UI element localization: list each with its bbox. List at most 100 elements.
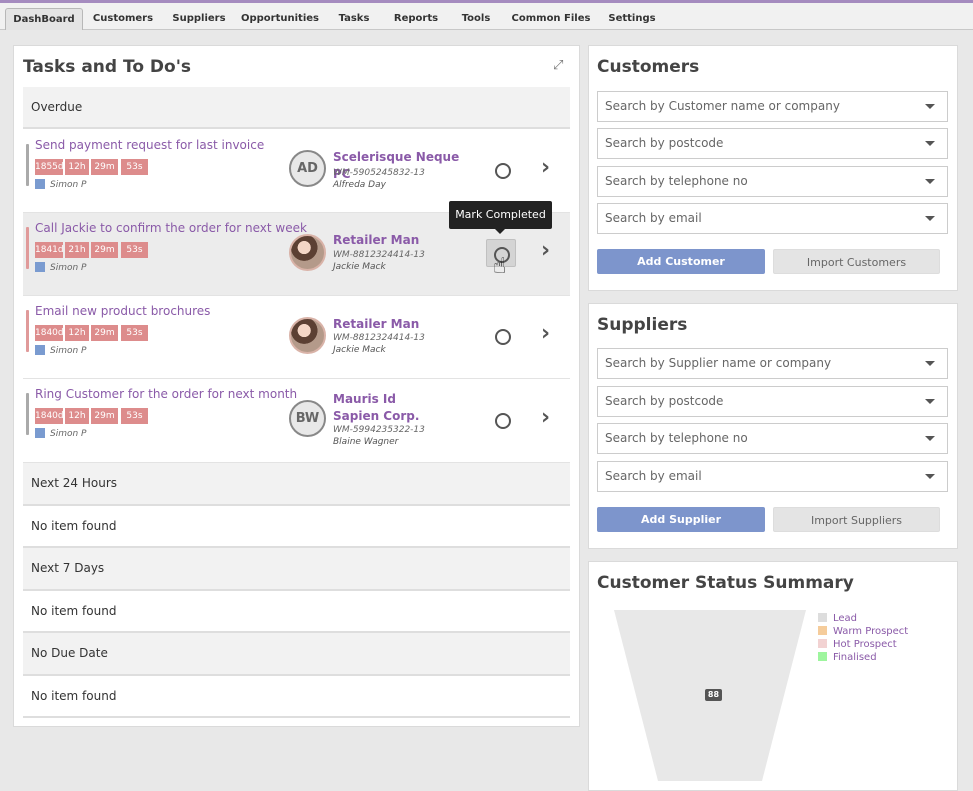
chevron-right-icon[interactable]: ›: [541, 238, 550, 263]
legend-item-finalised[interactable]: Finalised: [818, 652, 877, 663]
company-ref: WM-8812324414-13: [333, 333, 425, 343]
task-title[interactable]: Call Jackie to confirm the order for nex…: [35, 221, 307, 235]
mark-complete-circle-icon[interactable]: [495, 163, 511, 179]
owner-color-icon: [35, 179, 45, 189]
company-ref: WM-5994235322-13: [333, 425, 425, 435]
tab-tools[interactable]: Tools: [454, 8, 498, 29]
section-overdue: Overdue: [23, 87, 570, 129]
legend-item-warm-prospect[interactable]: Warm Prospect: [818, 626, 908, 637]
owner-name: Simon P: [50, 263, 87, 273]
tab-settings[interactable]: Settings: [604, 8, 660, 29]
import-customers-button[interactable]: Import Customers: [773, 249, 940, 274]
customer-phone-search[interactable]: Search by telephone no: [597, 166, 948, 197]
task-priority-bar: [26, 227, 29, 269]
task-title[interactable]: Ring Customer for the order for next mon…: [35, 387, 297, 401]
legend-item-hot-prospect[interactable]: Hot Prospect: [818, 639, 897, 650]
owner-color-icon: [35, 345, 45, 355]
avatar: [289, 234, 326, 271]
mark-complete-circle-icon[interactable]: [495, 329, 511, 345]
chevron-down-icon: [925, 474, 935, 479]
company-name[interactable]: Retailer Man: [333, 316, 463, 333]
search-placeholder: Search by postcode: [605, 394, 724, 408]
chevron-right-icon[interactable]: ›: [541, 405, 550, 430]
task-priority-bar: [26, 310, 29, 352]
tab-common-files[interactable]: Common Files: [510, 8, 592, 29]
import-suppliers-button[interactable]: Import Suppliers: [773, 507, 940, 532]
legend-label: Lead: [833, 613, 858, 624]
search-placeholder: Search by email: [605, 211, 702, 225]
section-next-7-days: Next 7 Days: [23, 548, 570, 591]
empty-message: No item found: [23, 591, 570, 633]
company-ref: WM-8812324414-13: [333, 250, 425, 260]
funnel-value-label: 88: [705, 689, 722, 701]
suppliers-panel-title: Suppliers: [597, 315, 688, 335]
search-placeholder: Search by Customer name or company: [605, 99, 840, 113]
chevron-down-icon: [925, 436, 935, 441]
customer-email-search[interactable]: Search by email: [597, 203, 948, 234]
company-name[interactable]: Mauris Id Sapien Corp.: [333, 391, 433, 425]
main-tab-bar: DashBoard Customers Suppliers Opportunit…: [0, 3, 973, 30]
legend-item-lead[interactable]: Lead: [818, 613, 857, 624]
customer-postcode-search[interactable]: Search by postcode: [597, 128, 948, 159]
timer-hours: 21h: [65, 242, 89, 258]
tab-dashboard[interactable]: DashBoard: [5, 8, 83, 30]
legend-label: Warm Prospect: [833, 626, 909, 637]
task-priority-bar: [26, 144, 29, 186]
owner-name: Simon P: [50, 346, 87, 356]
contact-person: Jackie Mack: [333, 345, 386, 355]
task-row[interactable]: Email new product brochures 1840d 12h 29…: [23, 296, 570, 379]
search-placeholder: Search by Supplier name or company: [605, 356, 832, 370]
contact-person: Blaine Wagner: [333, 437, 399, 447]
task-title[interactable]: Send payment request for last invoice: [35, 138, 264, 152]
customers-panel-title: Customers: [597, 57, 700, 77]
customer-name-search[interactable]: Search by Customer name or company: [597, 91, 948, 122]
search-placeholder: Search by postcode: [605, 136, 724, 150]
supplier-email-search[interactable]: Search by email: [597, 461, 948, 492]
chevron-down-icon: [925, 399, 935, 404]
tab-opportunities[interactable]: Opportunities: [240, 8, 320, 29]
contact-person: Jackie Mack: [333, 262, 386, 272]
chevron-down-icon: [925, 361, 935, 366]
chevron-down-icon: [925, 104, 935, 109]
chevron-down-icon: [925, 141, 935, 146]
legend-swatch: [818, 639, 827, 648]
task-title[interactable]: Email new product brochures: [35, 304, 210, 318]
timer-seconds: 53s: [121, 159, 148, 175]
tab-suppliers[interactable]: Suppliers: [164, 8, 234, 29]
timer-days: 1840d: [35, 408, 64, 424]
search-placeholder: Search by email: [605, 469, 702, 483]
timer-days: 1840d: [35, 325, 64, 341]
timer-hours: 12h: [65, 325, 89, 341]
section-next-24-hours: Next 24 Hours: [23, 463, 570, 506]
supplier-name-search[interactable]: Search by Supplier name or company: [597, 348, 948, 379]
tab-tasks[interactable]: Tasks: [330, 8, 378, 29]
company-ref: WM-5905245832-13: [333, 168, 425, 178]
mark-complete-circle-icon[interactable]: [495, 413, 511, 429]
legend-label: Hot Prospect: [833, 639, 897, 650]
avatar: [289, 317, 326, 354]
supplier-postcode-search[interactable]: Search by postcode: [597, 386, 948, 417]
chevron-right-icon[interactable]: ›: [541, 155, 550, 180]
legend-swatch: [818, 626, 827, 635]
task-row[interactable]: Ring Customer for the order for next mon…: [23, 379, 570, 463]
company-name[interactable]: Retailer Man: [333, 232, 463, 249]
add-customer-button[interactable]: Add Customer: [597, 249, 765, 274]
empty-message: No item found: [23, 676, 570, 718]
task-owner: Simon P: [35, 345, 86, 356]
hand-cursor-icon: ☝: [493, 254, 507, 279]
timer-hours: 12h: [65, 159, 89, 175]
timer-minutes: 29m: [91, 242, 118, 258]
chevron-right-icon[interactable]: ›: [541, 321, 550, 346]
tab-customers[interactable]: Customers: [88, 8, 158, 29]
task-owner: Simon P: [35, 428, 86, 439]
legend-swatch: [818, 652, 827, 661]
expand-icon[interactable]: ⤢: [553, 58, 567, 73]
status-summary-title: Customer Status Summary: [597, 573, 854, 593]
avatar: BW: [289, 400, 326, 437]
search-placeholder: Search by telephone no: [605, 431, 748, 445]
tab-reports[interactable]: Reports: [388, 8, 444, 29]
add-supplier-button[interactable]: Add Supplier: [597, 507, 765, 532]
timer-minutes: 29m: [91, 325, 118, 341]
owner-color-icon: [35, 262, 45, 272]
supplier-phone-search[interactable]: Search by telephone no: [597, 423, 948, 454]
